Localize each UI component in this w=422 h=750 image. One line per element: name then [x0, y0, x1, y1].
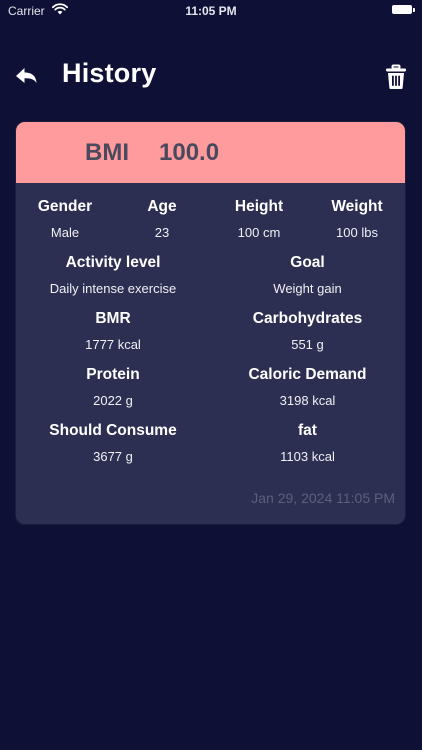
history-record-card[interactable]: BMI 100.0 Gender Male Age 23 Height 100 …	[16, 122, 405, 524]
height-field: Height 100 cm	[219, 198, 299, 240]
protein-label: Protein	[86, 366, 140, 383]
height-label: Height	[234, 198, 284, 215]
should-consume-value: 3677 g	[93, 449, 133, 464]
bmi-label: BMI	[85, 139, 129, 166]
caloric-demand-field: Caloric Demand 3198 kcal	[210, 366, 405, 408]
protein-value: 2022 g	[93, 393, 133, 408]
gender-value: Male	[50, 225, 80, 240]
status-bar: Carrier 11:05 PM	[0, 0, 422, 22]
fat-label: fat	[298, 422, 317, 439]
battery-icon	[392, 5, 415, 14]
should-consume-label: Should Consume	[49, 422, 177, 439]
bmr-value: 1777 kcal	[85, 337, 141, 352]
caloric-demand-value: 3198 kcal	[279, 393, 336, 408]
activity-label: Activity level	[65, 254, 161, 271]
back-button[interactable]	[12, 62, 40, 90]
carbohydrates-field: Carbohydrates 551 g	[210, 310, 405, 352]
goal-field: Goal Weight gain	[210, 254, 405, 296]
carbohydrates-label: Carbohydrates	[252, 310, 363, 327]
delete-button[interactable]	[384, 64, 408, 90]
weight-value: 100 lbs	[336, 225, 378, 240]
age-label: Age	[147, 198, 177, 215]
caloric-demand-label: Caloric Demand	[248, 366, 367, 383]
record-timestamp: Jan 29, 2024 11:05 PM	[251, 490, 395, 506]
bmi-header: BMI 100.0	[16, 122, 405, 183]
fat-value: 1103 kcal	[280, 449, 335, 464]
trash-icon	[386, 64, 406, 89]
goal-label: Goal	[290, 254, 325, 271]
goal-value: Weight gain	[273, 281, 342, 296]
should-consume-field: Should Consume 3677 g	[16, 422, 210, 464]
carbohydrates-value: 551 g	[291, 337, 324, 352]
activity-value: Daily intense exercise	[49, 281, 177, 296]
age-field: Age 23	[133, 198, 191, 240]
activity-field: Activity level Daily intense exercise	[16, 254, 210, 296]
weight-field: Weight 100 lbs	[317, 198, 397, 240]
bmr-field: BMR 1777 kcal	[16, 310, 210, 352]
protein-field: Protein 2022 g	[16, 366, 210, 408]
fat-field: fat 1103 kcal	[210, 422, 405, 464]
bmr-label: BMR	[95, 310, 131, 327]
weight-label: Weight	[331, 198, 383, 215]
back-arrow-icon	[16, 68, 37, 83]
gender-field: Gender Male	[28, 198, 102, 240]
bmi-value: 100.0	[159, 139, 220, 166]
height-value: 100 cm	[237, 225, 281, 240]
status-time: 11:05 PM	[185, 4, 237, 18]
page-title: History	[62, 58, 157, 88]
gender-label: Gender	[37, 198, 93, 215]
age-value: 23	[154, 225, 170, 240]
